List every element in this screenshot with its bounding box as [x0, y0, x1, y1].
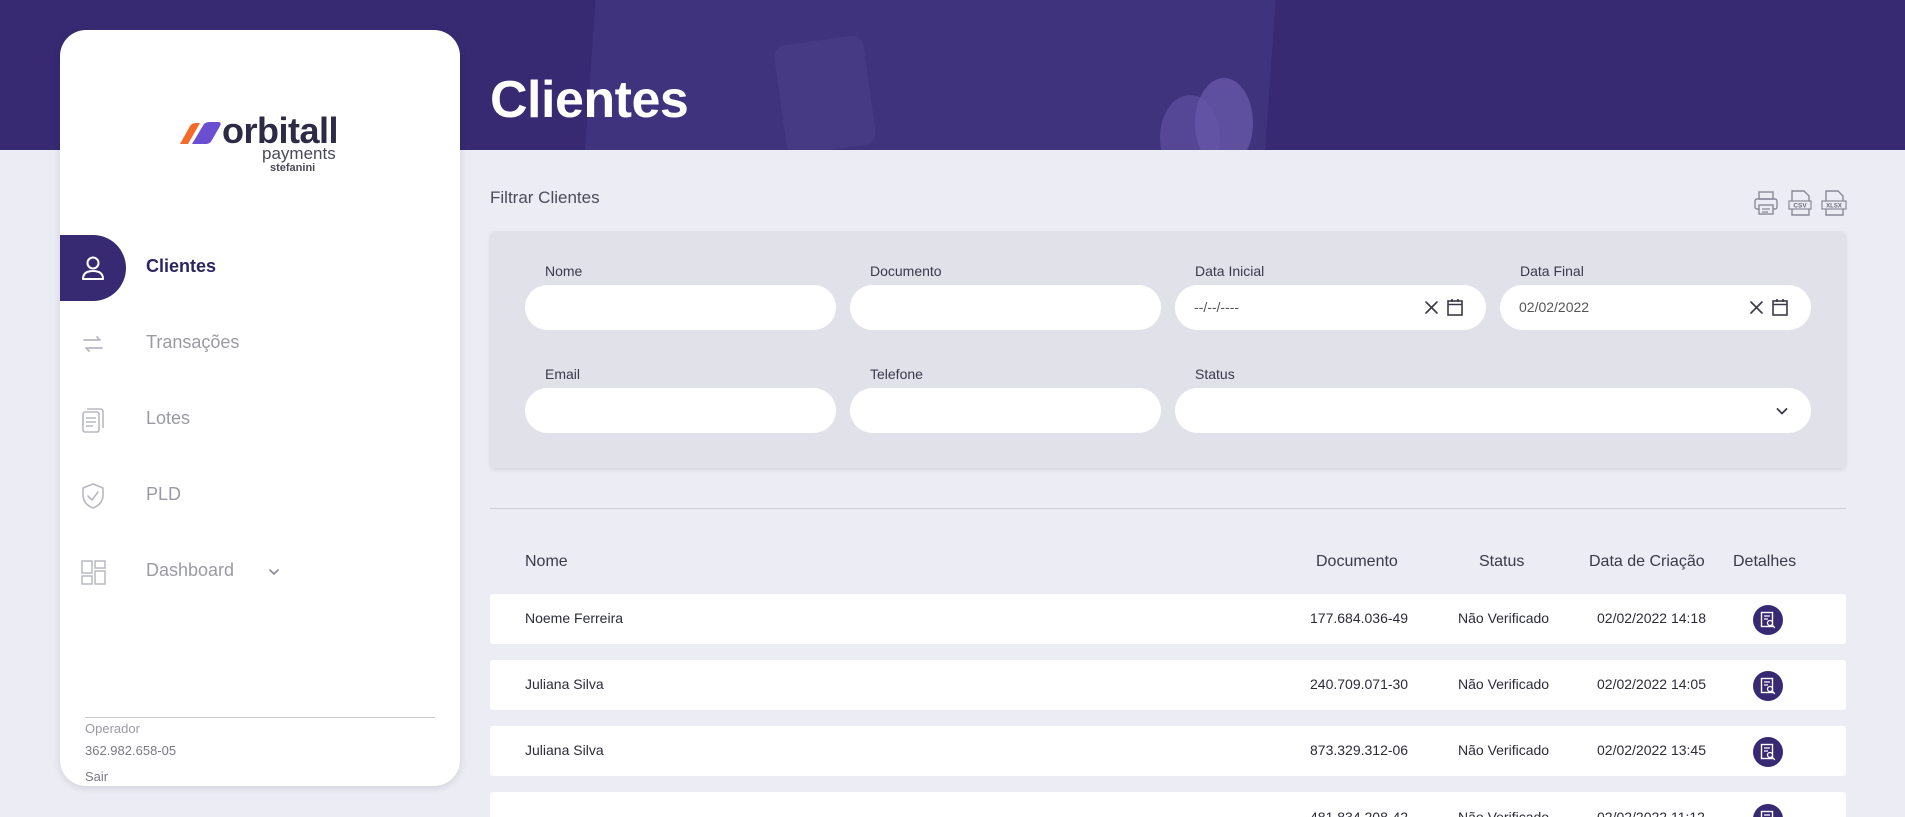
column-header-data: Data de Criação	[1589, 553, 1705, 570]
row-status: Não Verificado	[1458, 610, 1550, 626]
chevron-down-icon	[1776, 408, 1788, 415]
brand-sub: payments	[262, 144, 336, 163]
transfer-icon	[83, 336, 103, 352]
data-inicial-label: Data Inicial	[1195, 263, 1265, 279]
status-select[interactable]	[1175, 388, 1811, 433]
row-documento: 481.834.208-42	[1310, 809, 1409, 817]
dashboard-icon	[81, 560, 106, 585]
csv-icon[interactable]: CSV	[1787, 189, 1813, 217]
user-icon	[82, 256, 104, 280]
sidebar-item-label: PLD	[146, 484, 182, 504]
email-input[interactable]	[525, 388, 836, 433]
page-title: Clientes	[490, 71, 689, 129]
shield-icon	[82, 483, 104, 509]
calendar-icon[interactable]	[1771, 298, 1789, 317]
column-header-status: Status	[1479, 553, 1525, 570]
table-row[interactable]: Juliana Silva 240.709.071-30 Não Verific…	[490, 660, 1846, 710]
row-data: 02/02/2022 14:05	[1597, 676, 1706, 692]
row-data: 02/02/2022 14:18	[1597, 610, 1706, 626]
data-inicial-value: --/--/----	[1194, 299, 1240, 315]
details-button[interactable]	[1753, 737, 1783, 767]
row-data: 02/02/2022 13:45	[1597, 742, 1706, 758]
xlsx-icon[interactable]: XLSX	[1821, 189, 1847, 217]
table-row[interactable]: Juliana Silva 873.329.312-06 Não Verific…	[490, 726, 1846, 776]
sidebar-item-label: Dashboard	[146, 560, 235, 580]
row-documento: 873.329.312-06	[1310, 742, 1409, 758]
svg-text:CSV: CSV	[1793, 203, 1807, 210]
documento-input[interactable]	[850, 285, 1161, 330]
sidebar: orbitall payments stefanini Clientes Tra…	[60, 30, 460, 786]
document-search-icon	[1760, 677, 1776, 695]
data-final-value: 02/02/2022	[1519, 299, 1590, 315]
sidebar-item-label: Lotes	[146, 408, 191, 428]
data-inicial-input[interactable]: --/--/----	[1175, 285, 1486, 330]
column-header-detalhes: Detalhes	[1733, 553, 1797, 570]
details-button[interactable]	[1753, 605, 1783, 635]
document-search-icon	[1760, 611, 1776, 629]
details-button[interactable]	[1753, 804, 1783, 817]
logout-link[interactable]: Sair	[85, 769, 108, 784]
operator-document: 362.982.658-05	[85, 743, 177, 758]
filter-title: Filtrar Clientes	[490, 188, 600, 207]
sidebar-item-pld[interactable]: PLD	[60, 463, 460, 529]
print-icon[interactable]	[1753, 189, 1779, 217]
telefone-input[interactable]	[850, 388, 1161, 433]
svg-text:XLSX: XLSX	[1826, 204, 1842, 210]
sidebar-item-label: Transações	[146, 332, 240, 352]
column-header-nome: Nome	[525, 553, 568, 570]
data-final-label: Data Final	[1520, 263, 1584, 279]
sidebar-item-label: Clientes	[146, 256, 217, 276]
email-label: Email	[545, 366, 581, 382]
row-status: Não Verificado	[1458, 809, 1550, 817]
brand-logo: orbitall payments stefanini	[178, 112, 348, 174]
telefone-label: Telefone	[870, 366, 923, 382]
banner-chip-graphic	[772, 34, 878, 150]
row-documento: 177.684.036-49	[1310, 610, 1409, 626]
documento-label: Documento	[870, 263, 942, 279]
chevron-down-icon[interactable]	[267, 565, 281, 579]
nome-label: Nome	[545, 263, 583, 279]
document-search-icon	[1760, 810, 1774, 817]
sidebar-item-dashboard[interactable]: Dashboard	[60, 539, 460, 605]
row-nome: Juliana Silva	[525, 742, 604, 758]
filter-panel: Nome Documento Data Inicial --/--/---- D…	[490, 231, 1846, 468]
sidebar-item-clientes[interactable]: Clientes	[60, 235, 460, 301]
row-documento: 240.709.071-30	[1310, 676, 1409, 692]
operator-label: Operador	[85, 721, 140, 736]
column-header-documento: Documento	[1316, 553, 1398, 570]
clear-icon[interactable]	[1423, 299, 1440, 316]
row-status: Não Verificado	[1458, 676, 1550, 692]
documents-icon	[82, 408, 104, 433]
divider	[490, 508, 1846, 509]
status-label: Status	[1195, 366, 1235, 382]
details-button[interactable]	[1753, 671, 1783, 701]
clear-icon[interactable]	[1748, 299, 1765, 316]
calendar-icon[interactable]	[1446, 298, 1464, 317]
logo-mark-icon	[180, 122, 221, 144]
sidebar-item-transacoes[interactable]: Transações	[60, 311, 460, 377]
export-toolbar: CSV XLSX	[1753, 189, 1848, 217]
document-search-icon	[1760, 743, 1776, 761]
table-row[interactable]: Noeme Ferreira 177.684.036-49 Não Verifi…	[490, 594, 1846, 644]
brand-by: stefanini	[270, 162, 316, 174]
table-row[interactable]: 481.834.208-42 Não Verificado 02/02/2022…	[490, 792, 1846, 817]
row-status: Não Verificado	[1458, 742, 1550, 758]
row-data: 02/02/2022 11:12	[1597, 809, 1705, 817]
nome-input[interactable]	[525, 285, 836, 330]
divider	[85, 717, 435, 718]
sidebar-item-lotes[interactable]: Lotes	[60, 387, 460, 453]
row-nome: Juliana Silva	[525, 676, 604, 692]
data-final-input[interactable]: 02/02/2022	[1500, 285, 1811, 330]
row-nome: Noeme Ferreira	[525, 610, 624, 626]
